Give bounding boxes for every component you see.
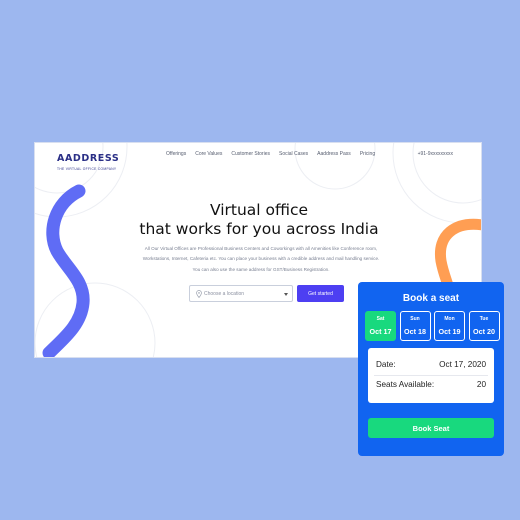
hero-title-line1: Virtual office xyxy=(209,201,309,219)
nav-menu: Offerings Core Values Customer Stories S… xyxy=(166,151,375,157)
day-date: Oct 20 xyxy=(473,327,495,336)
hero-title: Virtual office that works for you across… xyxy=(35,201,481,239)
hero-description: All Our Virtual Offices are Professional… xyxy=(115,244,407,275)
hero-desc-line1: All Our Virtual Offices are Professional… xyxy=(144,246,378,251)
logo-wordmark: AADDRESS xyxy=(57,153,120,164)
day-date: Oct 17 xyxy=(369,327,392,336)
day-option-mon[interactable]: Mon Oct 19 xyxy=(434,311,465,341)
nav-item-core-values[interactable]: Core Values xyxy=(195,151,222,157)
day-name: Sat xyxy=(376,316,385,322)
seats-value: 20 xyxy=(476,380,486,389)
day-date: Oct 18 xyxy=(404,327,426,336)
nav-item-pricing[interactable]: Pricing xyxy=(360,151,375,157)
book-seat-button[interactable]: Book Seat xyxy=(368,418,494,438)
day-name: Tue xyxy=(479,316,489,322)
location-placeholder: Choose a location xyxy=(204,291,245,297)
seats-label: Seats Available: xyxy=(376,380,435,389)
widget-title: Book a seat xyxy=(402,293,460,304)
date-value: Oct 17, 2020 xyxy=(439,360,486,369)
date-label: Date: xyxy=(376,360,396,369)
location-select[interactable]: Choose a location xyxy=(189,285,293,302)
location-pin-icon xyxy=(196,290,202,298)
day-option-sat[interactable]: Sat Oct 17 xyxy=(365,311,396,341)
day-name: Mon xyxy=(444,316,455,322)
day-selector: Sat Oct 17 Sun Oct 18 Mon Oct 19 Tue Oct… xyxy=(365,311,500,341)
hero-desc-line2: Workstations, Internet, Cafeteria etc. Y… xyxy=(142,256,380,262)
booking-summary: Date: Oct 17, 2020 Seats Available: 20 xyxy=(368,348,494,403)
nav-item-offerings[interactable]: Offerings xyxy=(166,151,186,157)
day-date: Oct 19 xyxy=(438,327,461,336)
day-name: Sun xyxy=(410,316,420,322)
day-option-sun[interactable]: Sun Oct 18 xyxy=(399,311,431,341)
hero-title-line2: that works for you across India xyxy=(139,220,379,238)
day-option-tue[interactable]: Tue Oct 20 xyxy=(468,311,500,341)
hero-desc-line3: You can also use the same address for GS… xyxy=(192,266,330,272)
seats-row: Seats Available: 20 xyxy=(376,380,486,389)
date-row: Date: Oct 17, 2020 xyxy=(376,360,486,369)
brand-logo[interactable]: AADDRESS THE VIRTUAL OFFICE COMPANY xyxy=(57,148,119,171)
logo-tagline: THE VIRTUAL OFFICE COMPANY xyxy=(57,167,117,171)
get-started-button[interactable]: Get started xyxy=(297,285,344,302)
chevron-down-icon xyxy=(284,293,288,296)
top-nav: AADDRESS THE VIRTUAL OFFICE COMPANY Offe… xyxy=(35,143,481,171)
nav-item-social-cases[interactable]: Social Cases xyxy=(279,151,308,157)
book-seat-widget: Book a seat Sat Oct 17 Sun Oct 18 Mon Oc… xyxy=(358,282,504,456)
nav-item-aaddress-pass[interactable]: Aaddress Pass xyxy=(317,151,351,157)
nav-item-customer-stories[interactable]: Customer Stories xyxy=(231,151,270,157)
phone-number[interactable]: +91-9xxxxxxxxx xyxy=(418,151,453,157)
divider xyxy=(374,375,488,376)
